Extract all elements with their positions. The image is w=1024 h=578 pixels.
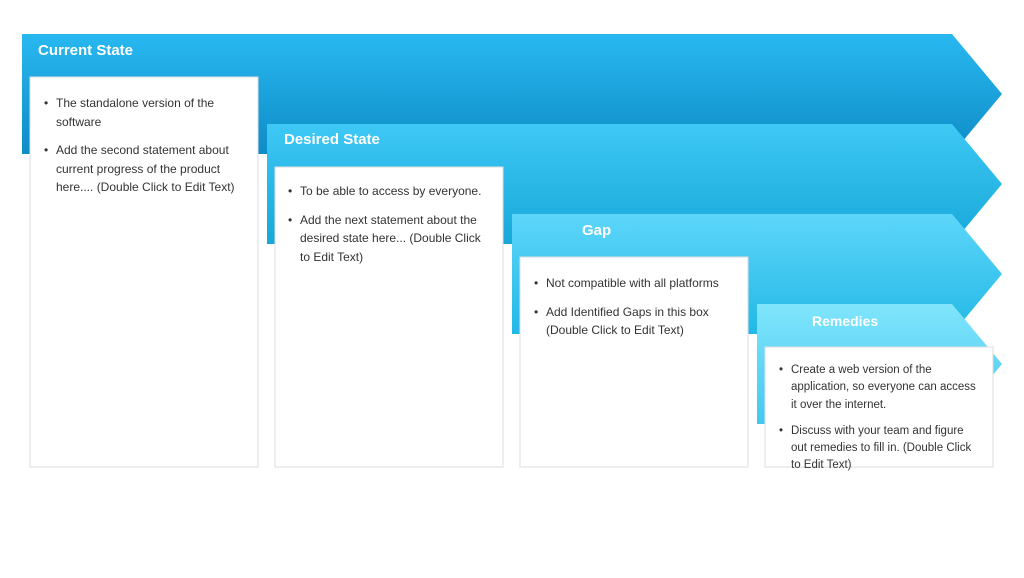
band-1-item-1: • Add the next statement about the desir… xyxy=(288,211,488,267)
band-3-body: • Create a web version of the applicatio… xyxy=(769,354,989,483)
band-3-item-1: • Discuss with your team and figure out … xyxy=(779,423,979,475)
band-3-title: Remedies xyxy=(812,313,878,329)
band-0-item-1: • Add the second statement about current… xyxy=(44,141,244,197)
band-1-body: • To be able to access by everyone. • Ad… xyxy=(278,172,498,276)
diagram-container: Current State • The standalone version o… xyxy=(22,34,1002,544)
band-0-title: Current State xyxy=(38,42,133,59)
band-1-title: Desired State xyxy=(284,131,380,148)
band-2-body: • Not compatible with all platforms • Ad… xyxy=(524,264,744,350)
band-2-title: Gap xyxy=(582,222,611,239)
band-1-item-0: • To be able to access by everyone. xyxy=(288,182,488,201)
band-2-item-1: • Add Identified Gaps in this box (Doubl… xyxy=(534,303,734,340)
band-3-item-0: • Create a web version of the applicatio… xyxy=(779,362,979,414)
band-2-item-0: • Not compatible with all platforms xyxy=(534,274,734,293)
band-0-body: • The standalone version of the software… xyxy=(34,84,254,207)
band-0-item-0: • The standalone version of the software xyxy=(44,94,244,131)
